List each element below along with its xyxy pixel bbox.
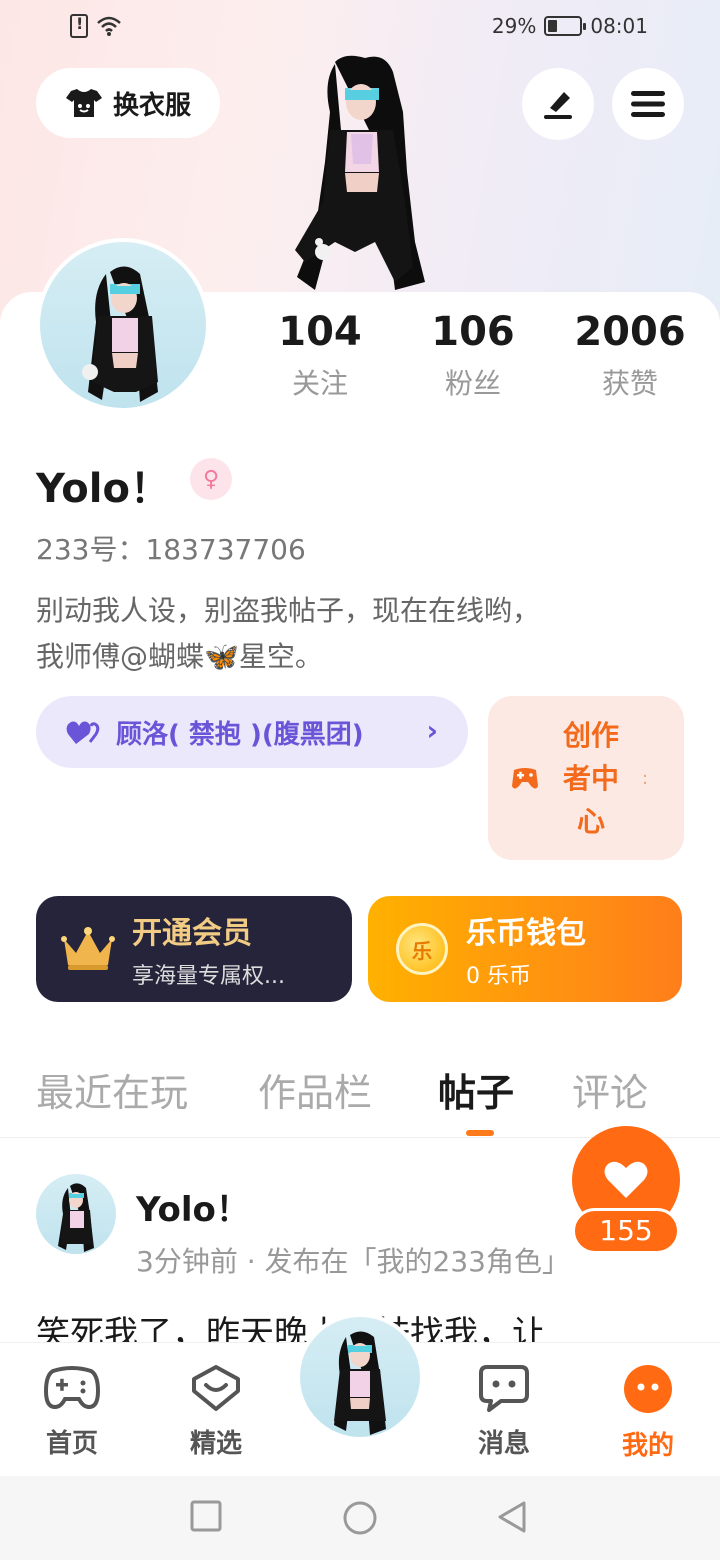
female-gender-icon: ♀: [190, 458, 232, 500]
wifi-icon: [97, 16, 121, 36]
nav-featured-label: 精选: [189, 1429, 242, 1459]
home-circle-icon[interactable]: [342, 1500, 378, 1536]
profile-face-icon: [624, 1365, 672, 1413]
stat-followers-label: 粉丝: [444, 367, 501, 400]
stat-following[interactable]: 104 关注: [250, 306, 390, 410]
game-controller-icon: [512, 768, 538, 789]
tab-posts[interactable]: 帖子: [438, 1062, 514, 1117]
chat-icon: [479, 1365, 529, 1412]
back-triangle-icon[interactable]: [496, 1500, 528, 1534]
coin-wallet-card[interactable]: 乐 乐币钱包 0 乐币: [368, 896, 682, 1002]
stat-following-label: 关注: [291, 367, 348, 400]
battery-percent: 29%: [491, 14, 537, 38]
avatar-character-figure: [295, 55, 425, 290]
creator-center-label: 创作者中心: [562, 718, 619, 838]
edit-profile-button[interactable]: [522, 68, 594, 140]
stat-following-count: 104: [278, 309, 362, 355]
post-author-avatar[interactable]: [36, 1174, 116, 1254]
nav-home-label: 首页: [45, 1429, 98, 1459]
stat-likes-label: 获赞: [601, 367, 658, 400]
more-dots-icon: :: [642, 767, 649, 789]
creator-center-button[interactable]: 创作者中心 :: [488, 696, 684, 860]
nav-messages[interactable]: 消息: [454, 1363, 554, 1460]
crown-icon: [61, 927, 115, 970]
tab-comments[interactable]: 评论: [572, 1062, 648, 1117]
nav-messages-label: 消息: [477, 1429, 530, 1459]
profile-uid[interactable]: 233号：183737706: [36, 528, 306, 568]
post-avatar-image: [58, 1183, 94, 1252]
bottom-navigation: 首页 精选 消息 我的: [0, 1313, 720, 1476]
chevron-right-icon: ›: [426, 714, 438, 747]
vip-title: 开通会员: [132, 916, 252, 951]
wallet-balance: 0 乐币: [466, 964, 531, 989]
profile-avatar[interactable]: [36, 238, 210, 412]
change-outfit-label: 换衣服: [112, 90, 191, 121]
tab-recently-played[interactable]: 最近在玩: [36, 1062, 188, 1117]
nav-home[interactable]: 首页: [22, 1363, 122, 1460]
heart-icon: [604, 1161, 648, 1198]
tshirt-icon: [65, 89, 102, 117]
vip-subtitle: 享海量专属权...: [132, 964, 285, 989]
stat-followers-count: 106: [431, 309, 515, 355]
group-badge-label: 顾洛( 禁抱 )(腹黑团): [116, 719, 364, 750]
hamburger-menu-icon: [631, 91, 665, 117]
avatar-image: [82, 266, 158, 402]
double-heart-icon: [66, 721, 100, 744]
pencil-icon: [544, 92, 572, 119]
bio-line-1: 别动我人设，别盗我帖子，现在在线哟，: [36, 594, 541, 627]
stat-likes-count: 2006: [574, 309, 686, 355]
system-navigation-bar: [0, 1476, 720, 1560]
heart-box-icon: [192, 1365, 240, 1411]
active-tab-indicator: [466, 1130, 494, 1136]
battery-icon: [544, 16, 587, 36]
profile-tabs: 最近在玩 作品栏 帖子 评论: [0, 1056, 720, 1138]
coin-icon: 乐: [396, 923, 448, 975]
recent-apps-icon[interactable]: [190, 1500, 222, 1532]
gamepad-icon: [43, 1366, 101, 1410]
profile-bio: 别动我人设，别盗我帖子，现在在线哟， 我师傅@蝴蝶🦋星空。: [36, 588, 676, 680]
profile-page: 29% 08:01 换衣服: [0, 0, 720, 1560]
nav-avatar-center-button[interactable]: [296, 1313, 424, 1441]
like-count: 155: [572, 1208, 680, 1254]
bio-line-2: 我师傅@蝴蝶🦋星空。: [36, 640, 323, 673]
tab-works[interactable]: 作品栏: [258, 1062, 372, 1117]
nav-me-label: 我的: [621, 1431, 674, 1461]
stat-followers[interactable]: 106 粉丝: [403, 306, 543, 410]
nav-me[interactable]: 我的: [598, 1363, 698, 1462]
post-author-name[interactable]: Yolo！: [136, 1182, 250, 1231]
wallet-title: 乐币钱包: [466, 916, 586, 951]
menu-button[interactable]: [612, 68, 684, 140]
nav-avatar-image: [334, 1331, 386, 1435]
clock: 08:01: [590, 14, 648, 38]
stat-likes[interactable]: 2006 获赞: [560, 306, 700, 410]
post-meta: 3分钟前 · 发布在「我的233角色」: [136, 1245, 570, 1278]
status-bar: 29% 08:01: [0, 0, 720, 56]
change-outfit-button[interactable]: 换衣服: [36, 68, 220, 138]
group-badge-button[interactable]: 顾洛( 禁抱 )(腹黑团) ›: [36, 696, 468, 768]
profile-username: Yolo！: [36, 466, 170, 512]
sim-alert-icon: [70, 14, 88, 38]
nav-featured[interactable]: 精选: [166, 1363, 266, 1460]
vip-membership-card[interactable]: 开通会员 享海量专属权...: [36, 896, 352, 1002]
